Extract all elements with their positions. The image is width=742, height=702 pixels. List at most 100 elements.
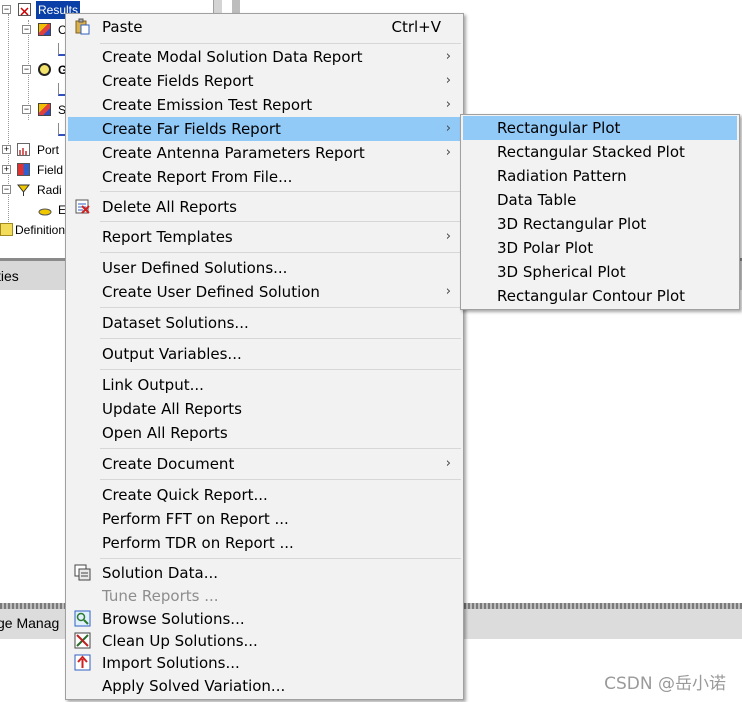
far-fields-submenu: Rectangular Plot Rectangular Stacked Plo… xyxy=(460,114,740,310)
menu-separator xyxy=(100,338,461,339)
menu-item-create-fields-report[interactable]: Create Fields Report › xyxy=(68,69,461,93)
collapse-icon[interactable]: − xyxy=(22,65,31,74)
menu-item-tune-reports[interactable]: Tune Reports ... xyxy=(68,584,461,608)
submenu-item-label: Rectangular Stacked Plot xyxy=(497,143,685,161)
submenu-item-rectangular-plot[interactable]: Rectangular Plot xyxy=(463,116,737,140)
submenu-item-label: 3D Polar Plot xyxy=(497,239,594,257)
menu-item-label: Import Solutions... xyxy=(102,654,240,672)
submenu-item-data-table[interactable]: Data Table xyxy=(463,188,737,212)
menu-item-import-solutions[interactable]: Import Solutions... xyxy=(68,651,461,675)
menu-item-create-user-defined-solution[interactable]: Create User Defined Solution › xyxy=(68,280,461,304)
menu-item-paste[interactable]: Paste Ctrl+V xyxy=(68,15,461,39)
submenu-item-3d-spherical-plot[interactable]: 3D Spherical Plot xyxy=(463,260,737,284)
menu-item-report-templates[interactable]: Report Templates › xyxy=(68,225,461,249)
menu-item-label: Perform TDR on Report ... xyxy=(102,534,294,552)
menu-item-label: Link Output... xyxy=(102,376,204,394)
menu-item-label: Delete All Reports xyxy=(102,198,237,216)
chevron-right-icon: › xyxy=(445,97,451,112)
menu-item-label: Create Quick Report... xyxy=(102,486,268,504)
menu-item-clean-up-solutions[interactable]: Clean Up Solutions... xyxy=(68,629,461,653)
import-icon xyxy=(74,654,91,671)
menu-item-label: User Defined Solutions... xyxy=(102,259,288,277)
menu-item-label: Create Report From File... xyxy=(102,168,293,186)
menu-separator xyxy=(100,558,461,559)
clean-up-icon xyxy=(74,632,91,649)
field-overlay-icon xyxy=(17,163,30,176)
submenu-item-label: Rectangular Contour Plot xyxy=(497,287,686,305)
menu-item-label: Output Variables... xyxy=(102,345,242,363)
menu-separator xyxy=(100,191,461,192)
watermark: CSDN @岳小诺 xyxy=(604,674,726,694)
tree-item-label: Field xyxy=(37,163,64,177)
menu-item-create-modal-solution-data-report[interactable]: Create Modal Solution Data Report › xyxy=(68,45,461,69)
chevron-right-icon: › xyxy=(445,73,451,88)
chevron-right-icon: › xyxy=(445,49,451,64)
expand-icon[interactable]: + xyxy=(2,145,11,154)
submenu-item-rectangular-contour-plot[interactable]: Rectangular Contour Plot xyxy=(463,284,737,308)
menu-item-label: Open All Reports xyxy=(102,424,228,442)
collapse-icon[interactable]: − xyxy=(2,5,11,14)
menu-item-open-all-reports[interactable]: Open All Reports xyxy=(68,421,461,445)
collapse-icon[interactable]: − xyxy=(2,185,11,194)
menu-item-browse-solutions[interactable]: Browse Solutions... xyxy=(68,607,461,631)
menu-item-perform-fft-on-report[interactable]: Perform FFT on Report ... xyxy=(68,507,461,531)
menu-item-create-quick-report[interactable]: Create Quick Report... xyxy=(68,483,461,507)
collapse-icon[interactable]: − xyxy=(22,105,31,114)
menu-item-output-variables[interactable]: Output Variables... xyxy=(68,342,461,366)
submenu-item-label: Radiation Pattern xyxy=(497,167,627,185)
menu-item-link-output[interactable]: Link Output... xyxy=(68,373,461,397)
menu-item-user-defined-solutions[interactable]: User Defined Solutions... xyxy=(68,256,461,280)
menu-separator xyxy=(100,43,461,44)
collapse-icon[interactable]: − xyxy=(22,25,31,34)
menu-item-delete-all-reports[interactable]: Delete All Reports xyxy=(68,195,461,219)
shortcut-label: Ctrl+V xyxy=(391,18,441,36)
menu-item-label: Create Fields Report xyxy=(102,72,254,90)
paste-icon xyxy=(74,18,91,35)
infinite-sphere-icon xyxy=(38,203,52,216)
panel-title: ties xyxy=(0,268,19,284)
menu-item-create-far-fields-report[interactable]: Create Far Fields Report › xyxy=(68,117,461,141)
menu-item-label: Paste xyxy=(102,18,143,36)
port-icon xyxy=(17,143,30,156)
submenu-item-rectangular-stacked-plot[interactable]: Rectangular Stacked Plot xyxy=(463,140,737,164)
submenu-item-label: Rectangular Plot xyxy=(497,119,621,137)
chevron-right-icon: › xyxy=(445,121,451,136)
menu-item-dataset-solutions[interactable]: Dataset Solutions... xyxy=(68,311,461,335)
menu-item-create-document[interactable]: Create Document › xyxy=(68,452,461,476)
browse-solutions-icon xyxy=(74,610,91,627)
submenu-item-3d-polar-plot[interactable]: 3D Polar Plot xyxy=(463,236,737,260)
menu-item-label: Create Antenna Parameters Report xyxy=(102,144,365,162)
expand-icon[interactable]: + xyxy=(2,165,11,174)
polar-plot-icon xyxy=(38,63,51,76)
menu-separator xyxy=(100,448,461,449)
tree-item-label: Definition xyxy=(15,223,66,237)
chevron-right-icon: › xyxy=(445,229,451,244)
menu-item-apply-solved-variation[interactable]: Apply Solved Variation... xyxy=(68,674,461,698)
menu-item-label: Perform FFT on Report ... xyxy=(102,510,289,528)
report-icon xyxy=(38,23,51,36)
menu-item-create-report-from-file[interactable]: Create Report From File... xyxy=(68,165,461,189)
tree-item-label: Port xyxy=(37,143,60,157)
menu-separator xyxy=(100,479,461,480)
menu-item-label: Create Emission Test Report xyxy=(102,96,313,114)
radiation-icon xyxy=(16,183,31,196)
menu-item-label: Browse Solutions... xyxy=(102,610,245,628)
window-splitter[interactable] xyxy=(232,0,240,14)
menu-item-solution-data[interactable]: Solution Data... xyxy=(68,561,461,585)
menu-item-create-emission-test-report[interactable]: Create Emission Test Report › xyxy=(68,93,461,117)
results-folder-icon xyxy=(18,3,31,16)
menu-item-label: Report Templates xyxy=(102,228,233,246)
submenu-item-radiation-pattern[interactable]: Radiation Pattern xyxy=(463,164,737,188)
submenu-item-3d-rectangular-plot[interactable]: 3D Rectangular Plot xyxy=(463,212,737,236)
chevron-right-icon: › xyxy=(445,284,451,299)
menu-item-label: Create Document xyxy=(102,455,235,473)
tree-item-label: Radi xyxy=(37,183,62,197)
menu-item-label: Dataset Solutions... xyxy=(102,314,249,332)
menu-item-label: Clean Up Solutions... xyxy=(102,632,258,650)
menu-item-label: Create Far Fields Report xyxy=(102,120,281,138)
menu-item-perform-tdr-on-report[interactable]: Perform TDR on Report ... xyxy=(68,531,461,555)
menu-item-update-all-reports[interactable]: Update All Reports xyxy=(68,397,461,421)
menu-separator xyxy=(100,221,461,222)
menu-item-create-antenna-parameters-report[interactable]: Create Antenna Parameters Report › xyxy=(68,141,461,165)
context-menu: Paste Ctrl+V Create Modal Solution Data … xyxy=(65,13,464,700)
